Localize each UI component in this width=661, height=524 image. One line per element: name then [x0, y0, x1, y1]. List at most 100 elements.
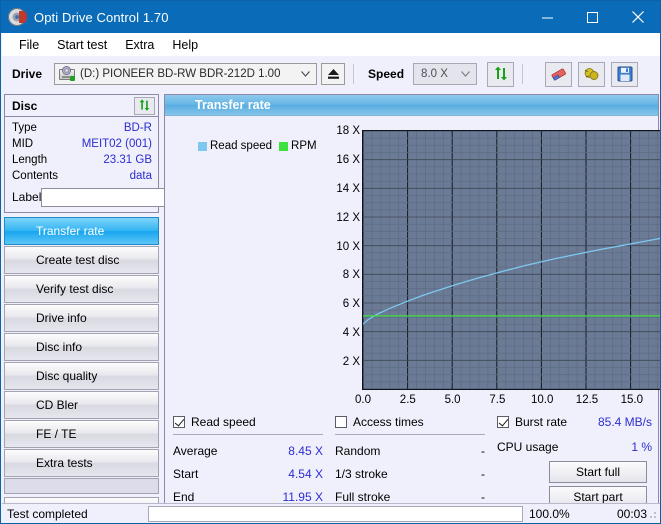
progress-percent: 100.0% — [523, 507, 608, 521]
access-times-header: Access times — [335, 413, 485, 431]
stat-row-start: Start 4.54 X — [173, 462, 323, 485]
y-axis-labels: 2 X4 X6 X8 X10 X12 X14 X16 X18 X — [315, 130, 360, 390]
stat-value: - — [481, 490, 485, 504]
sidebar-item-extra-tests[interactable]: Extra tests — [4, 449, 159, 477]
disc-row-length-label: Length — [12, 154, 47, 166]
cpu-usage-value: 1 % — [631, 440, 652, 454]
x-axis-tick-label: 2.5 — [400, 394, 416, 406]
x-axis-tick-label: 10.0 — [531, 394, 553, 406]
start-full-label: Start full — [576, 465, 620, 479]
disc-icon — [11, 368, 28, 385]
erase-button[interactable] — [545, 62, 572, 87]
title-bar: Opti Drive Control 1.70 — [1, 1, 660, 33]
disc-row-contents-value: data — [130, 170, 152, 182]
menu-item-start-test[interactable]: Start test — [48, 36, 116, 54]
sidebar-item-transfer-rate[interactable]: Transfer rate — [4, 217, 159, 245]
close-button[interactable] — [615, 1, 660, 33]
stat-label: 1/3 stroke — [335, 467, 388, 481]
drive-select-value: (D:) PIONEER BD-RW BDR-212D 1.00 — [80, 68, 280, 80]
disc-refresh-button[interactable] — [134, 97, 155, 115]
burst-rate-checkbox[interactable] — [497, 416, 509, 428]
legend-label: RPM — [291, 140, 317, 152]
nav-spacer — [4, 478, 159, 494]
eject-button[interactable] — [321, 63, 345, 85]
maximize-button[interactable] — [570, 1, 615, 33]
read-speed-checkbox[interactable] — [173, 416, 185, 428]
sidebar-item-disc-quality[interactable]: Disc quality — [4, 362, 159, 390]
disc-icon — [11, 426, 28, 443]
speed-label: Speed — [368, 67, 404, 81]
start-part-label: Start part — [573, 490, 622, 504]
panel-title: Transfer rate — [195, 98, 271, 112]
y-axis-tick-label: 10 X — [336, 241, 360, 253]
minimize-button[interactable] — [525, 1, 570, 33]
disc-icon — [11, 310, 28, 327]
chart-legend: Read speed RPM — [198, 140, 324, 152]
disc-icon — [11, 339, 28, 356]
access-times-stats: Access times Random - 1/3 stroke - Full … — [335, 413, 485, 508]
menu-item-extra[interactable]: Extra — [116, 36, 163, 54]
sidebar-item-label: Disc quality — [36, 370, 97, 382]
stat-label: Start — [173, 467, 198, 481]
refresh-button[interactable] — [487, 62, 514, 87]
drive-toolbar: Drive (D:) PIONEER BD-RW BDR-212D 1.00 S… — [2, 56, 661, 92]
x-axis-tick-label: 7.5 — [489, 394, 505, 406]
y-axis-tick-label: 2 X — [343, 356, 360, 368]
refresh-icon — [138, 99, 151, 112]
toolbar-separator-1 — [353, 64, 354, 84]
x-axis-tick-label: 15.0 — [621, 394, 643, 406]
speed-select-value: 8.0 X — [421, 68, 448, 80]
sidebar-item-create-test-disc[interactable]: Create test disc — [4, 246, 159, 274]
legend-item-read-speed: Read speed — [198, 140, 272, 152]
sidebar-item-disc-info[interactable]: Disc info — [4, 333, 159, 361]
nav-list: Transfer rate Create test disc Verify te… — [4, 217, 159, 521]
chevron-down-icon — [301, 71, 310, 77]
stat-value: 4.54 X — [288, 467, 323, 481]
start-full-button[interactable]: Start full — [549, 461, 647, 483]
sidebar-item-drive-info[interactable]: Drive info — [4, 304, 159, 332]
chevron-down-icon — [461, 71, 470, 77]
menu-item-file[interactable]: File — [10, 36, 48, 54]
legend-label: Read speed — [210, 140, 272, 152]
sidebar-item-label: Verify test disc — [36, 283, 113, 295]
stats-area: Read speed Average 8.45 X Start 4.54 X E… — [165, 413, 658, 503]
disc-label-caption: Label — [12, 190, 41, 204]
cd-disc-icon — [8, 8, 26, 26]
resize-grip-icon[interactable] — [646, 509, 658, 521]
speed-select[interactable]: 8.0 X — [413, 63, 477, 85]
save-button[interactable] — [611, 62, 638, 87]
chart-plot — [362, 130, 661, 390]
stat-value: - — [481, 467, 485, 481]
optical-drive-icon — [59, 67, 75, 81]
disc-label-row: Label — [12, 186, 152, 208]
drive-select[interactable]: (D:) PIONEER BD-RW BDR-212D 1.00 — [54, 63, 317, 85]
toolbar-separator-2 — [522, 64, 523, 84]
sidebar-item-cd-bler[interactable]: CD Bler — [4, 391, 159, 419]
y-axis-tick-label: 4 X — [343, 327, 360, 339]
disc-row-contents-label: Contents — [12, 170, 58, 182]
burst-rate-value: 85.4 MB/s — [598, 415, 652, 429]
sidebar-item-fe-te[interactable]: FE / TE — [4, 420, 159, 448]
eject-icon — [327, 68, 340, 80]
disc-icon — [11, 223, 28, 240]
disc-icon — [171, 97, 188, 114]
access-times-checkbox[interactable] — [335, 416, 347, 428]
bug-button[interactable] — [578, 62, 605, 87]
menu-item-help[interactable]: Help — [163, 36, 207, 54]
legend-item-rpm: RPM — [279, 140, 317, 152]
disc-icon — [11, 252, 28, 269]
status-bar: Test completed 100.0% 00:03 — [2, 503, 661, 523]
disc-row-mid-label: MID — [12, 138, 33, 150]
stat-label: Average — [173, 444, 217, 458]
y-axis-tick-label: 14 X — [336, 183, 360, 195]
left-panel: Disc Type BD-R MID MEIT02 (001) — [4, 94, 159, 521]
disc-row-mid-value: MEIT02 (001) — [82, 138, 152, 150]
sidebar-item-verify-test-disc[interactable]: Verify test disc — [4, 275, 159, 303]
burst-rate-left: Burst rate — [497, 415, 567, 429]
cpu-usage-label: CPU usage — [497, 440, 558, 454]
stat-value: - — [481, 444, 485, 458]
transfer-rate-panel: Transfer rate Read speed RPM 2 X4 X6 X8 … — [164, 94, 659, 504]
chart-area: Read speed RPM 2 X4 X6 X8 X10 X12 X14 X1… — [165, 116, 658, 413]
drive-label: Drive — [12, 67, 42, 81]
y-axis-tick-label: 12 X — [336, 212, 360, 224]
